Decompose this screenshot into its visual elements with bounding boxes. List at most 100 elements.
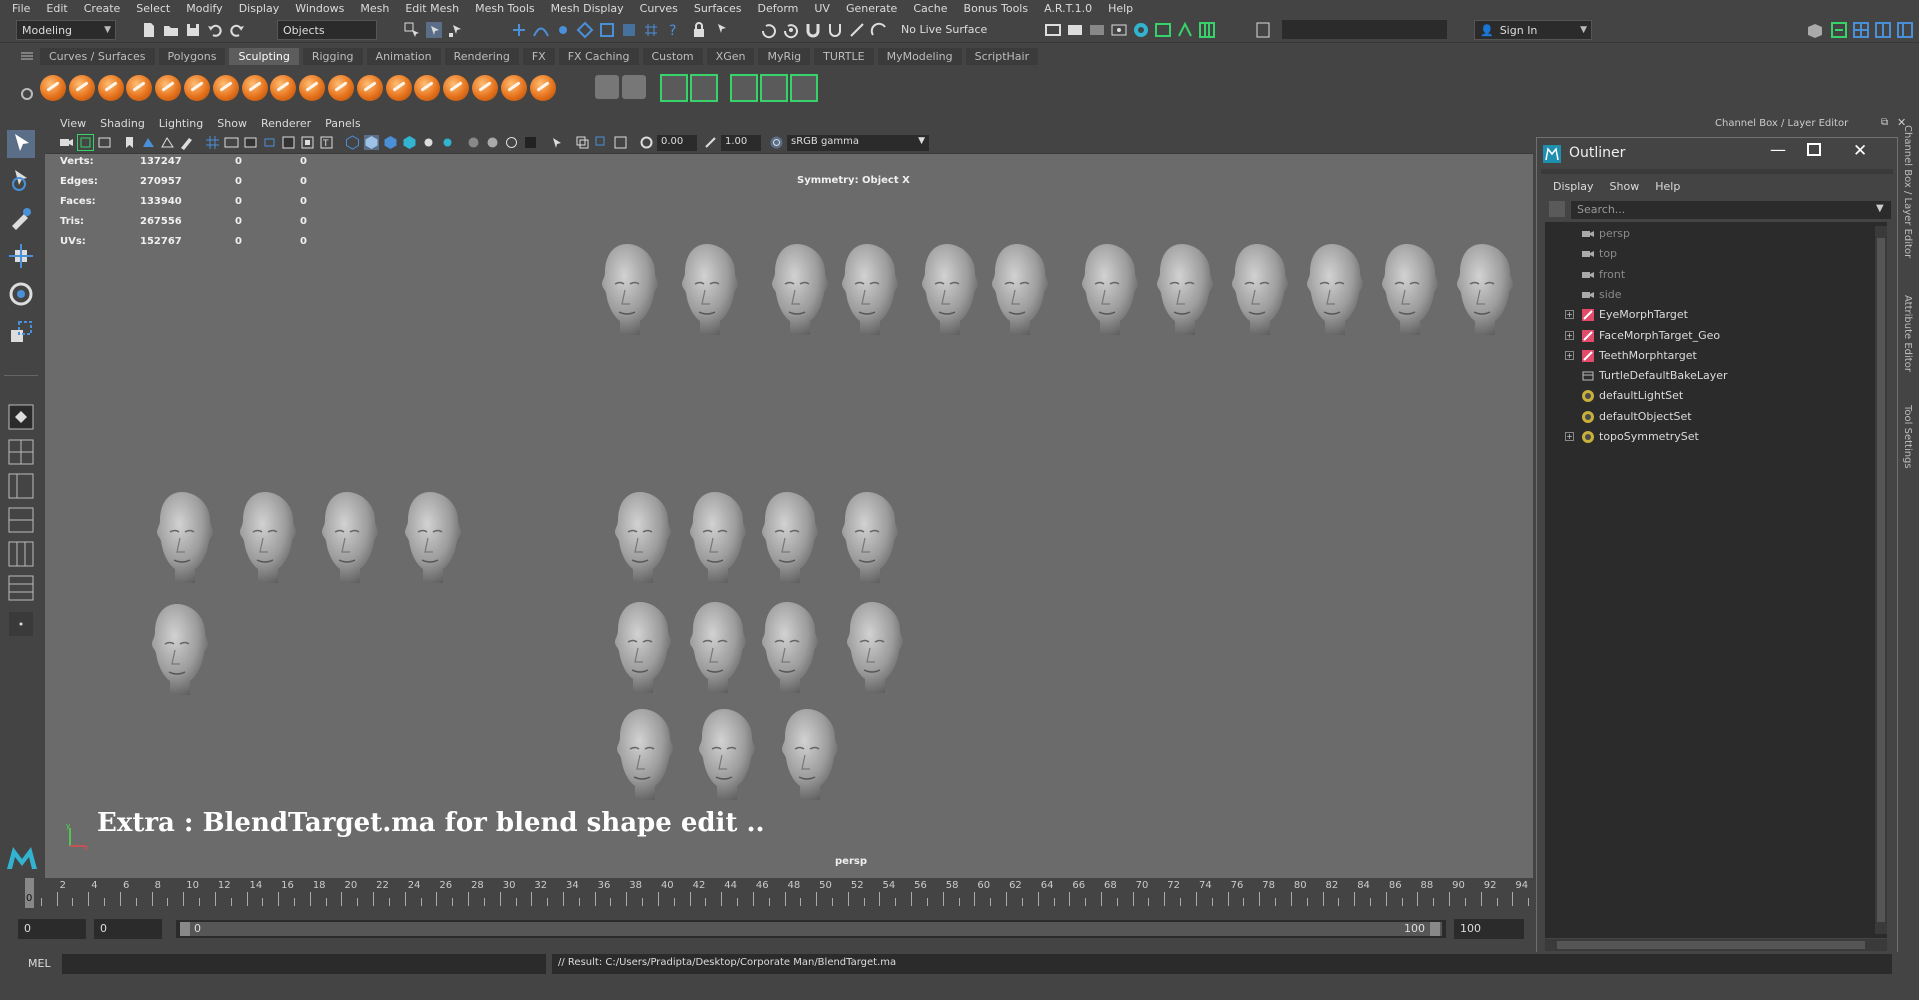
outliner-item[interactable]: + FaceMorphTarget_Geo [1545, 326, 1870, 346]
outliner-menu-show[interactable]: Show [1602, 180, 1648, 193]
outliner-item[interactable]: top [1545, 244, 1870, 264]
bookmarks-icon[interactable] [97, 135, 112, 150]
panel-menu-lighting[interactable]: Lighting [152, 117, 210, 130]
light-editor-icon[interactable] [1176, 21, 1194, 39]
foamy-tool-icon[interactable] [212, 75, 239, 101]
menu-surfaces[interactable]: Surfaces [686, 2, 750, 15]
expand-plus-icon[interactable]: + [1565, 330, 1574, 340]
film-gate-icon[interactable] [224, 135, 239, 150]
panel-menu-shading[interactable]: Shading [93, 117, 152, 130]
shadows-icon[interactable] [440, 135, 455, 150]
grab-tool-icon[interactable] [126, 75, 153, 101]
render-current-icon[interactable] [1066, 21, 1084, 39]
outliner-menu-help[interactable]: Help [1647, 180, 1688, 193]
time-slider[interactable]: 0246810121416182022242628303234363840424… [25, 878, 1533, 908]
image-plane-icon[interactable] [141, 135, 156, 150]
expand-plus-icon[interactable]: + [1565, 350, 1574, 360]
shelf-tab-fx[interactable]: FX [522, 48, 555, 65]
menu-windows[interactable]: Windows [287, 2, 352, 15]
float-panel-icon[interactable]: ⧉ [1881, 117, 1888, 128]
move-tool-icon[interactable] [7, 242, 35, 270]
outliner-item[interactable]: defaultObjectSet [1545, 407, 1870, 427]
shelf-tab-rendering[interactable]: Rendering [444, 48, 519, 65]
two-d-pan-zoom-icon[interactable] [160, 135, 175, 150]
panel-menu-show[interactable]: Show [210, 117, 254, 130]
menu-bonus-tools[interactable]: Bonus Tools [956, 2, 1037, 15]
select-by-object-icon[interactable] [425, 21, 443, 39]
expand-plus-icon[interactable]: + [1565, 310, 1574, 320]
script-language-label[interactable]: MEL [28, 957, 51, 970]
menu-edit[interactable]: Edit [38, 2, 75, 15]
head-model[interactable] [398, 488, 462, 591]
shelf-tab-rigging[interactable]: Rigging [302, 48, 363, 65]
open-scene-icon[interactable] [162, 21, 180, 39]
grease-pencil-icon[interactable] [179, 135, 194, 150]
select-by-hierarchy-icon[interactable] [403, 21, 421, 39]
head-model[interactable] [985, 240, 1049, 343]
bookmark-icon[interactable] [122, 135, 137, 150]
range-start-field[interactable]: 0 [18, 919, 86, 939]
snap-curve-icon[interactable] [532, 21, 550, 39]
toolbox-more-icon[interactable] [7, 610, 35, 638]
menu-display[interactable]: Display [231, 2, 288, 15]
freeze-tool-icon[interactable] [529, 75, 556, 101]
layout-single-icon[interactable] [1830, 21, 1848, 39]
menu-curves[interactable]: Curves [632, 2, 686, 15]
wax-tool-icon[interactable] [328, 75, 354, 101]
field-chart-icon[interactable] [281, 135, 296, 150]
persp-outliner-layout-icon[interactable] [7, 472, 35, 500]
panel-menu-panels[interactable]: Panels [318, 117, 367, 130]
menu-mesh[interactable]: Mesh [352, 2, 397, 15]
head-model[interactable] [1075, 240, 1139, 343]
filter-toggle-icon[interactable] [1549, 201, 1565, 217]
persp-graph-hypershade-layout-icon[interactable] [7, 540, 35, 568]
isolate-select-icon[interactable] [549, 135, 564, 150]
grid-toggle-icon[interactable] [205, 135, 220, 150]
head-model[interactable] [835, 488, 899, 591]
head-model[interactable] [755, 488, 819, 591]
magnet-two-icon[interactable] [826, 21, 844, 39]
outliner-menu-display[interactable]: Display [1545, 180, 1602, 193]
menu-modify[interactable]: Modify [178, 2, 230, 15]
minimize-icon[interactable]: — [1770, 140, 1786, 159]
outliner-search-input[interactable]: Search... [1571, 201, 1891, 219]
undo-icon[interactable] [206, 21, 224, 39]
menu-deform[interactable]: Deform [749, 2, 806, 15]
live-surface-field[interactable]: No Live Surface [896, 20, 996, 40]
bulge-tool-icon[interactable] [472, 75, 498, 101]
gamma-field[interactable]: 1.00 [721, 135, 761, 151]
shelf-tab-polygons[interactable]: Polygons [158, 48, 226, 65]
scrape-tool-icon[interactable] [356, 75, 383, 101]
outliner-item[interactable]: persp [1545, 224, 1870, 244]
head-model[interactable] [775, 705, 839, 808]
quick-search-field[interactable] [1282, 20, 1447, 39]
shelf-menu-icon[interactable] [17, 49, 37, 63]
smooth-shade-icon[interactable] [364, 135, 379, 150]
head-model[interactable] [835, 240, 899, 343]
head-model[interactable] [608, 598, 672, 701]
toggle-panels-icon[interactable] [1198, 21, 1216, 39]
head-model[interactable] [233, 488, 297, 591]
head-model[interactable] [145, 600, 209, 703]
panel-menu-renderer[interactable]: Renderer [254, 117, 318, 130]
panel-menu-view[interactable]: View [53, 117, 93, 130]
head-model[interactable] [765, 240, 829, 343]
shelf-tab-fx-caching[interactable]: FX Caching [558, 48, 639, 65]
shelf-tab-animation[interactable]: Animation [366, 48, 441, 65]
fill-tool-icon[interactable] [385, 75, 412, 101]
gate-mask-icon[interactable] [262, 135, 277, 150]
render-setup-icon[interactable] [1154, 21, 1172, 39]
snap-surface-icon[interactable] [620, 21, 638, 39]
menu-mesh-display[interactable]: Mesh Display [543, 2, 632, 15]
outliner-persp-layout-icon[interactable] [7, 574, 35, 602]
amplify-tool-icon[interactable] [500, 75, 527, 101]
snap-grid-icon[interactable] [510, 21, 528, 39]
new-scene-icon[interactable] [140, 21, 158, 39]
screen-space-ao-icon[interactable] [466, 135, 481, 150]
search-options-chevron-icon[interactable]: ▼ [1876, 203, 1884, 214]
knife-tool-icon[interactable] [414, 75, 441, 101]
menu-help[interactable]: Help [1100, 2, 1141, 15]
select-highlight-icon[interactable] [712, 21, 730, 39]
head-model[interactable] [315, 488, 379, 591]
single-perspective-layout-icon[interactable] [7, 403, 35, 431]
